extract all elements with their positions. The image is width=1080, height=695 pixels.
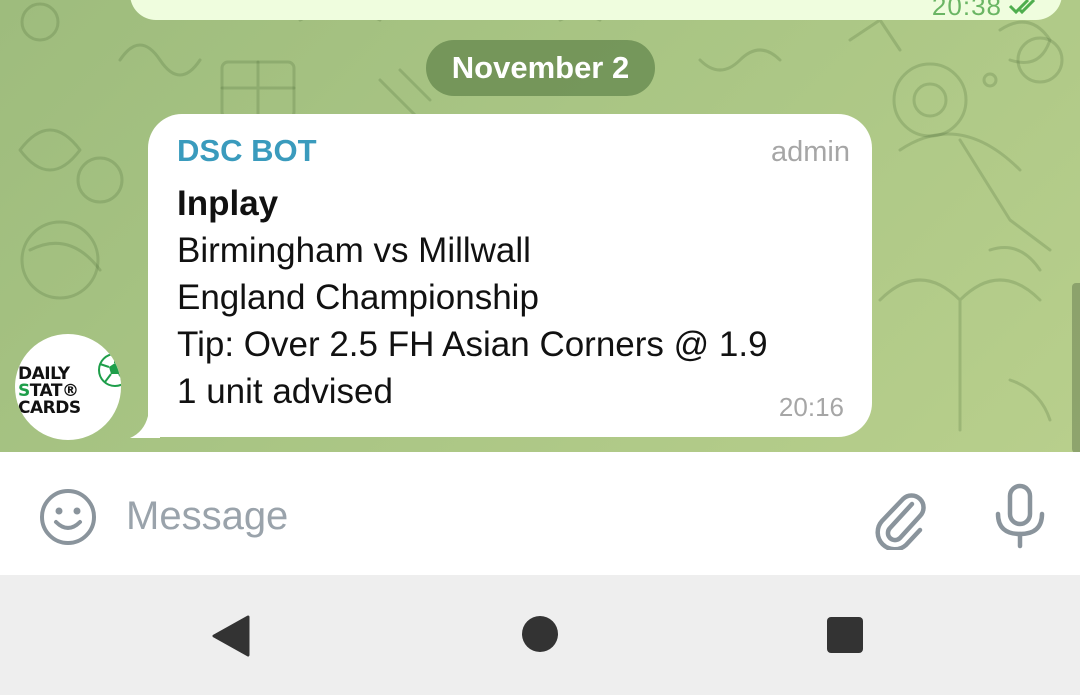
- soccer-ball-icon: [98, 353, 121, 387]
- home-circle-icon[interactable]: [521, 615, 559, 653]
- back-triangle-icon[interactable]: [210, 615, 252, 657]
- previous-message-time: 20:38: [931, 0, 1002, 21]
- microphone-icon[interactable]: [990, 482, 1050, 552]
- recents-square-icon[interactable]: [826, 616, 864, 654]
- date-separator: November 2: [426, 40, 655, 96]
- emoji-smile-icon[interactable]: [37, 486, 99, 548]
- sender-role-badge: admin: [771, 136, 850, 168]
- message-line: Birmingham vs Millwall: [177, 231, 531, 270]
- previous-message-bubble[interactable]: 20:38: [130, 0, 1062, 21]
- android-navigation-bar: [0, 575, 1080, 695]
- scrollbar-thumb[interactable]: [1072, 283, 1080, 452]
- message-bubble[interactable]: DSC BOT admin Inplay Birmingham vs Millw…: [148, 114, 872, 437]
- avatar-logo-text: DAILY STAT® CARDS: [18, 366, 81, 417]
- double-check-icon: [1008, 0, 1036, 15]
- avatar-logo-line-3: CARDS: [18, 398, 81, 418]
- message-text: Inplay Birmingham vs Millwall England Ch…: [177, 180, 768, 415]
- sender-name[interactable]: DSC BOT: [177, 133, 317, 169]
- message-input[interactable]: [126, 488, 826, 544]
- message-line-heading: Inplay: [177, 184, 279, 223]
- message-line: Tip: Over 2.5 FH Asian Corners @ 1.9: [177, 325, 768, 364]
- chat-area[interactable]: 20:38 November 2 DAILY STAT® CARDS DSC B…: [0, 0, 1080, 452]
- message-input-bar: [0, 452, 1080, 575]
- message-line: England Championship: [177, 278, 539, 317]
- paperclip-icon[interactable]: [868, 482, 932, 550]
- telegram-chat-screen: 20:38 November 2 DAILY STAT® CARDS DSC B…: [0, 0, 1080, 695]
- bot-avatar[interactable]: DAILY STAT® CARDS: [15, 334, 121, 440]
- message-time: 20:16: [778, 392, 844, 422]
- message-line: 1 unit advised: [177, 372, 393, 411]
